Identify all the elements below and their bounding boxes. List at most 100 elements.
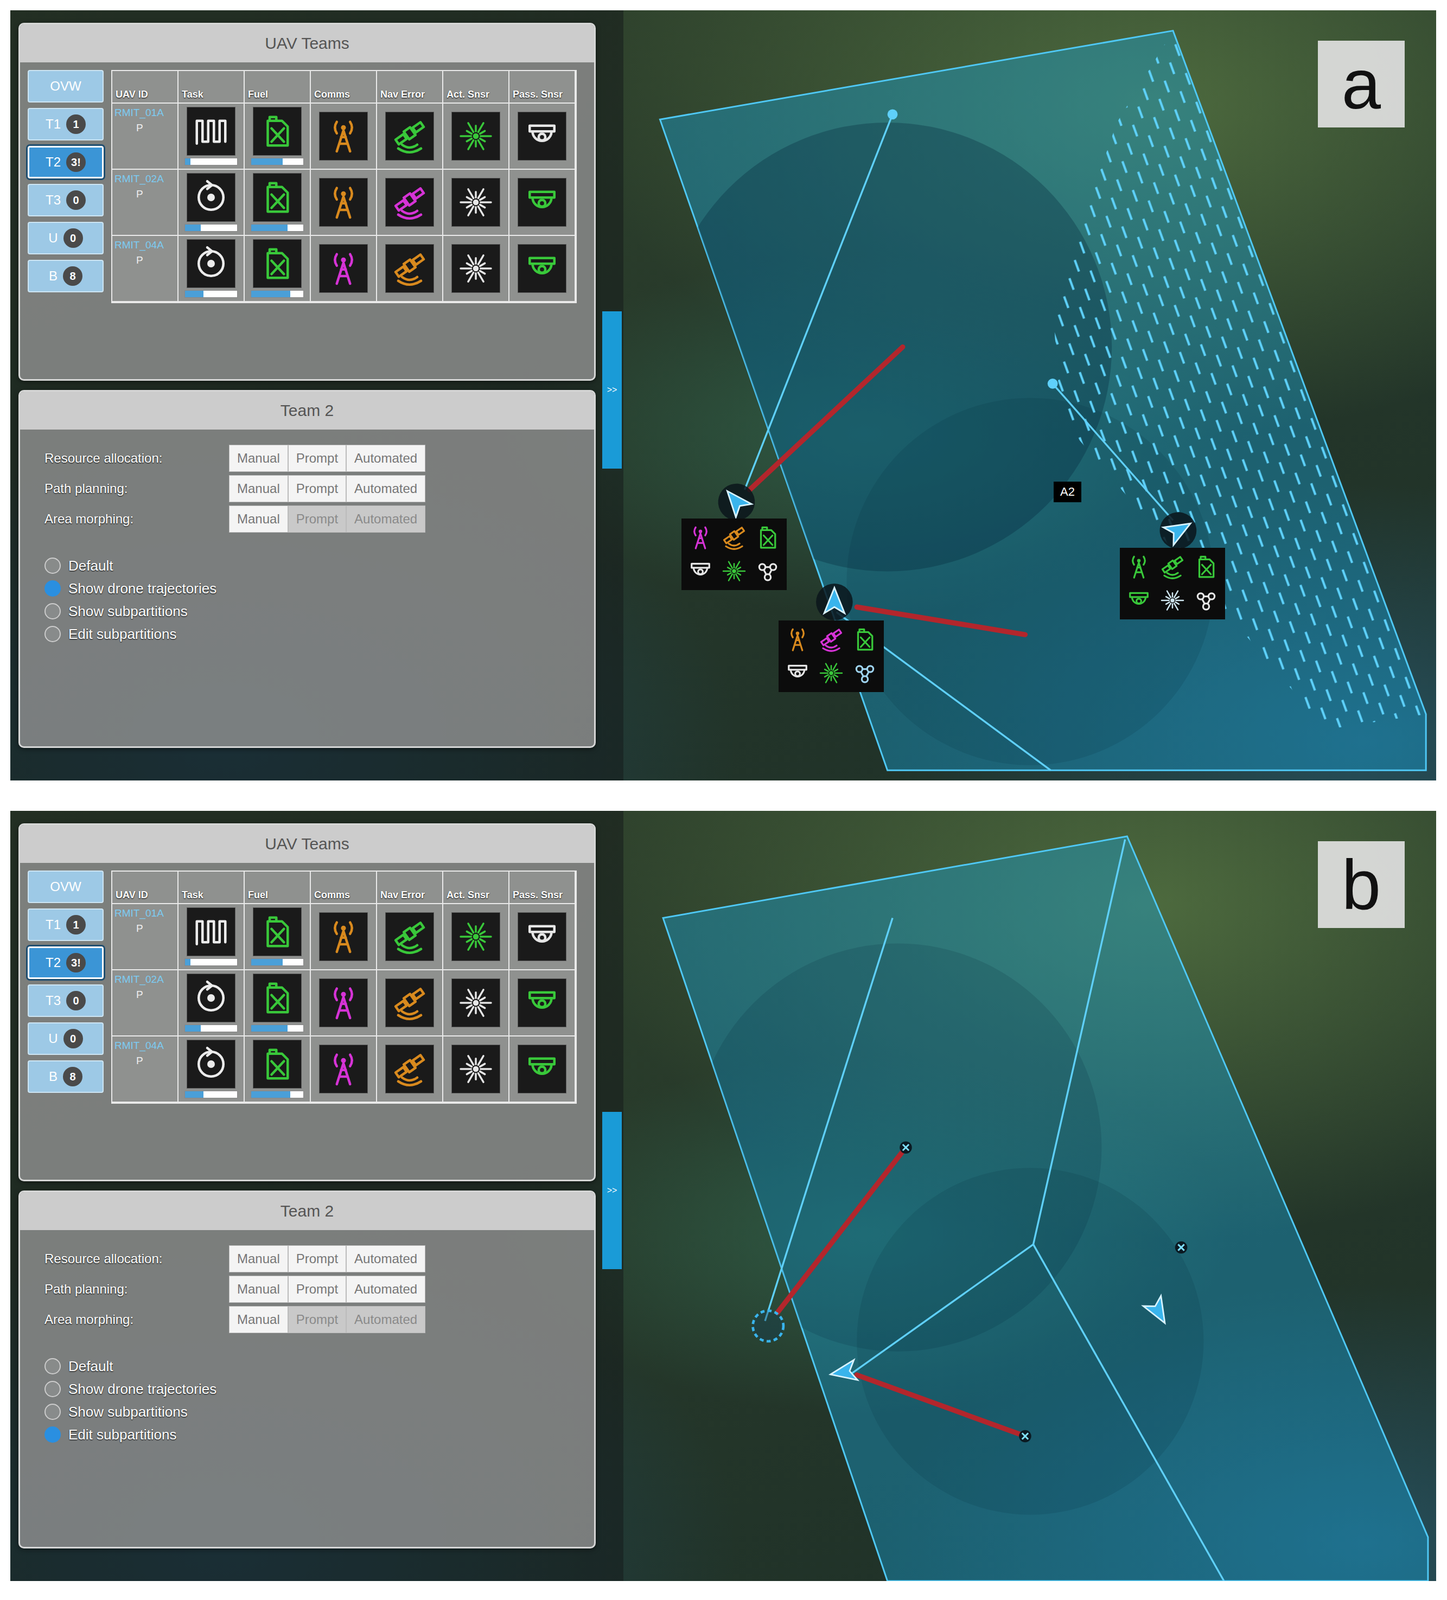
camera-dome-icon bbox=[523, 918, 562, 956]
mode-option[interactable]: Prompt bbox=[288, 444, 347, 473]
mode-option[interactable]: Manual bbox=[228, 1306, 289, 1334]
mode-option: Prompt bbox=[288, 505, 347, 533]
mode-option[interactable]: Automated bbox=[346, 444, 426, 473]
mode-option[interactable]: Automated bbox=[346, 1245, 426, 1273]
sensor-cell bbox=[443, 236, 510, 303]
sensor-cell bbox=[509, 169, 576, 237]
survey-pattern-icon bbox=[192, 112, 231, 151]
sensor-coverage bbox=[856, 1168, 1204, 1515]
count-badge: 1 bbox=[66, 915, 86, 935]
fuel-cell bbox=[244, 1036, 311, 1104]
target-point[interactable] bbox=[1018, 1430, 1032, 1444]
panel-title: Team 2 bbox=[20, 391, 595, 430]
display-option[interactable]: Default bbox=[44, 1355, 570, 1379]
drone-marker[interactable] bbox=[829, 1360, 858, 1385]
display-option[interactable]: Show drone trajectories bbox=[44, 577, 570, 601]
display-option[interactable]: Show subpartitions bbox=[44, 1400, 570, 1424]
drone-status bbox=[814, 656, 849, 691]
team-tab[interactable]: T30 bbox=[27, 984, 104, 1018]
target-point[interactable] bbox=[899, 1141, 913, 1155]
orbit-icon bbox=[192, 178, 231, 217]
mode-switch: ManualPromptAutomated bbox=[228, 1245, 426, 1273]
drone-status bbox=[1155, 583, 1190, 618]
fuel-can-icon bbox=[258, 112, 297, 151]
drone-status-group[interactable] bbox=[778, 620, 884, 693]
orbit-icon bbox=[192, 979, 231, 1018]
team-tab[interactable]: T11 bbox=[27, 908, 104, 942]
mode-option[interactable]: Manual bbox=[228, 1245, 289, 1273]
partition-line[interactable] bbox=[765, 918, 893, 1322]
uav-table: UAV IDTaskFuelCommsNav ErrorAct. SnsrPas… bbox=[111, 69, 577, 304]
display-option[interactable]: Edit subpartitions bbox=[44, 1423, 570, 1447]
target-point[interactable] bbox=[1175, 1241, 1188, 1255]
mode-row: Area morphing:ManualPromptAutomated bbox=[44, 505, 570, 533]
display-option[interactable]: Edit subpartitions bbox=[44, 622, 570, 646]
team-tab[interactable]: T23! bbox=[27, 145, 104, 179]
fuel-cell bbox=[244, 970, 311, 1037]
collapse-tab[interactable]: >> bbox=[602, 311, 622, 469]
team-tab[interactable]: U0 bbox=[27, 221, 104, 255]
radio-button[interactable] bbox=[44, 1404, 61, 1421]
search-area[interactable] bbox=[663, 836, 1429, 1582]
team-tab[interactable]: T23! bbox=[27, 946, 104, 980]
waypoint[interactable] bbox=[887, 109, 898, 120]
drone-marker[interactable] bbox=[816, 583, 853, 621]
sensor-cell bbox=[509, 1036, 576, 1104]
radio-button[interactable] bbox=[44, 580, 61, 597]
search-area[interactable] bbox=[659, 30, 1426, 771]
team-tab[interactable]: U0 bbox=[27, 1022, 104, 1056]
partition-line[interactable] bbox=[1033, 1244, 1225, 1582]
mode-option[interactable]: Automated bbox=[346, 475, 426, 503]
team-tab[interactable]: T30 bbox=[27, 183, 104, 217]
active-sensor-icon bbox=[456, 117, 495, 156]
radio-button[interactable] bbox=[44, 1381, 61, 1398]
partition-line[interactable] bbox=[1033, 839, 1125, 1246]
radio-button[interactable] bbox=[44, 626, 61, 643]
drone-status-group[interactable] bbox=[681, 518, 787, 591]
column-header: Pass. Snsr bbox=[509, 71, 576, 104]
fuel-can-icon bbox=[258, 178, 297, 217]
display-option[interactable]: Show drone trajectories bbox=[44, 1378, 570, 1401]
display-option[interactable]: Show subpartitions bbox=[44, 600, 570, 623]
radio-tower-icon bbox=[324, 249, 363, 288]
sensor-cell bbox=[310, 1036, 378, 1104]
team-tab[interactable]: B8 bbox=[27, 259, 104, 293]
task-cell bbox=[178, 970, 245, 1037]
drone-status bbox=[717, 554, 751, 589]
team-tab[interactable]: B8 bbox=[27, 1060, 104, 1094]
uav-id-cell: RMIT_01AP bbox=[112, 103, 179, 170]
drone-marker[interactable] bbox=[753, 1311, 784, 1342]
team-tab[interactable]: T11 bbox=[27, 107, 104, 141]
partition-line[interactable] bbox=[744, 114, 893, 490]
mode-option[interactable]: Prompt bbox=[288, 1276, 347, 1304]
mode-option[interactable]: Automated bbox=[346, 1276, 426, 1304]
team-tab[interactable]: OVW bbox=[27, 69, 104, 103]
waypoint[interactable] bbox=[1047, 378, 1058, 390]
drone-status-group[interactable] bbox=[1119, 547, 1226, 620]
active-sensor-icon bbox=[456, 249, 495, 288]
partition-line[interactable] bbox=[846, 1244, 1034, 1378]
mode-option[interactable]: Manual bbox=[228, 444, 289, 473]
team-tab[interactable]: OVW bbox=[27, 870, 104, 904]
active-sensor-icon bbox=[456, 984, 495, 1023]
collapse-tab[interactable]: >> bbox=[602, 1112, 622, 1270]
drone-marker[interactable] bbox=[1143, 1296, 1174, 1329]
display-option[interactable]: Default bbox=[44, 554, 570, 578]
mode-option[interactable]: Manual bbox=[228, 505, 289, 533]
mode-option[interactable]: Manual bbox=[228, 1276, 289, 1304]
mode-switch: ManualPromptAutomated bbox=[228, 475, 426, 503]
partition-line[interactable] bbox=[1052, 383, 1174, 521]
radio-button[interactable] bbox=[44, 603, 61, 620]
column-header: Act. Snsr bbox=[443, 71, 510, 104]
count-badge: 8 bbox=[62, 266, 83, 286]
task-cell bbox=[178, 103, 245, 170]
mode-option[interactable]: Manual bbox=[228, 475, 289, 503]
radio-button[interactable] bbox=[44, 1426, 61, 1444]
radio-button[interactable] bbox=[44, 557, 61, 575]
fuel-cell bbox=[244, 169, 311, 237]
radio-button[interactable] bbox=[44, 1358, 61, 1375]
mode-option[interactable]: Prompt bbox=[288, 475, 347, 503]
sensor-cell bbox=[377, 1036, 444, 1104]
mode-option[interactable]: Prompt bbox=[288, 1245, 347, 1273]
drone-status bbox=[750, 554, 785, 589]
